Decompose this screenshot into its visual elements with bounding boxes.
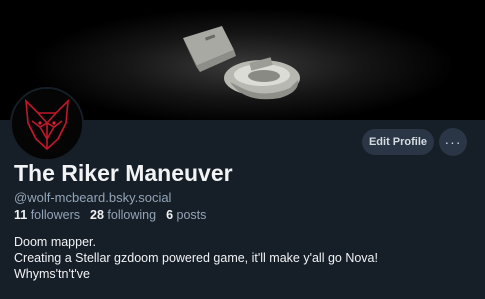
more-options-button[interactable]: ···: [439, 128, 467, 156]
followers-count: 11: [14, 208, 28, 222]
more-icon: ···: [444, 134, 462, 150]
wolf-logo-icon: [12, 89, 82, 159]
profile-stats: 11 followers 28 following 6 posts: [14, 208, 206, 222]
following-label: following: [107, 208, 157, 222]
edit-profile-button[interactable]: Edit Profile: [362, 129, 434, 155]
following-link[interactable]: 28 following: [90, 208, 156, 222]
bio-line: Doom mapper.: [14, 235, 96, 249]
profile-display-name: The Riker Maneuver: [14, 160, 233, 186]
profile-bio: Doom mapper. Creating a Stellar gzdoom p…: [14, 234, 378, 282]
following-count: 28: [90, 208, 104, 222]
followers-label: followers: [30, 208, 81, 222]
profile-handle[interactable]: @wolf-mcbeard.bsky.social: [14, 190, 171, 205]
posts-count: 6: [166, 208, 174, 222]
bio-line: Whyms'tn't've: [14, 267, 90, 281]
posts-stat: 6 posts: [166, 208, 206, 222]
followers-link[interactable]: 11 followers: [14, 208, 80, 222]
posts-label: posts: [176, 208, 207, 222]
bio-line: Creating a Stellar gzdoom powered game, …: [14, 251, 378, 265]
avatar[interactable]: [10, 87, 84, 161]
